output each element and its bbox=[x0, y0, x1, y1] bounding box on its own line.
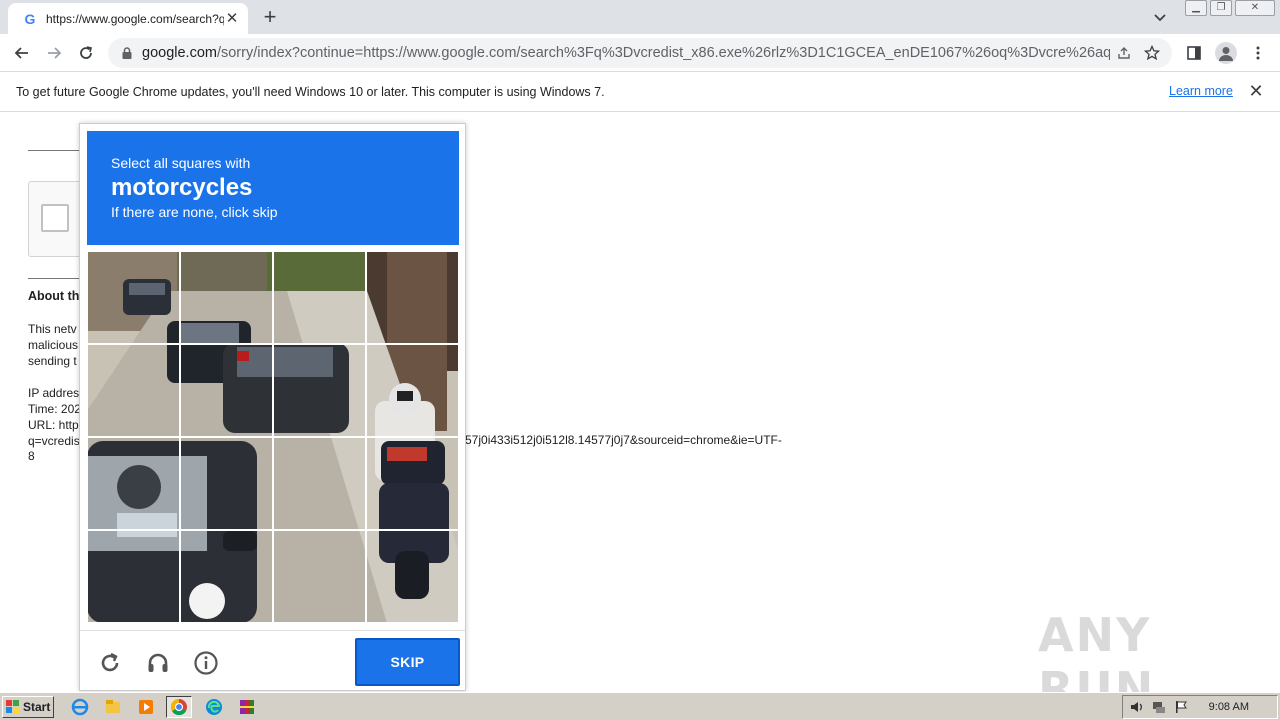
captcha-tile[interactable] bbox=[87, 530, 180, 623]
update-infobar: To get future Google Chrome updates, you… bbox=[0, 72, 1280, 112]
volume-icon[interactable] bbox=[1129, 699, 1145, 715]
google-favicon-icon: G bbox=[24, 10, 36, 27]
back-icon[interactable] bbox=[9, 40, 35, 66]
captcha-tile[interactable] bbox=[87, 251, 180, 344]
winrar-icon[interactable] bbox=[234, 696, 260, 718]
captcha-tile[interactable] bbox=[273, 530, 366, 623]
captcha-tile[interactable] bbox=[87, 344, 180, 437]
network-icon[interactable] bbox=[1151, 699, 1167, 715]
system-tray: 9:08 AM bbox=[1122, 695, 1278, 719]
url-detail-tail: 57j0i433i512j0i512l8.14577j0j7&sourceid=… bbox=[465, 433, 782, 447]
captcha-tile[interactable] bbox=[273, 437, 366, 530]
star-icon[interactable] bbox=[1138, 39, 1166, 67]
captcha-instruction: Select all squares with bbox=[111, 155, 251, 171]
start-button[interactable]: Start bbox=[2, 696, 54, 718]
address-bar[interactable]: google.com/sorry/index?continue=https://… bbox=[108, 38, 1172, 68]
captcha-tile[interactable] bbox=[273, 344, 366, 437]
chrome-taskbar-icon[interactable] bbox=[166, 696, 192, 718]
lock-icon[interactable] bbox=[120, 46, 134, 60]
explorer-icon[interactable] bbox=[100, 696, 126, 718]
action-center-flag-icon[interactable] bbox=[1173, 699, 1189, 715]
tab-search-icon[interactable] bbox=[1150, 8, 1170, 28]
tab-close-icon[interactable]: ✕ bbox=[224, 10, 240, 27]
captcha-tile[interactable] bbox=[180, 437, 273, 530]
infobar-close-icon[interactable]: ✕ bbox=[1247, 82, 1265, 100]
captcha-tile[interactable] bbox=[366, 251, 459, 344]
reload-challenge-icon[interactable] bbox=[96, 649, 124, 677]
captcha-challenge-dialog: Select all squares with motorcycles If t… bbox=[79, 123, 466, 691]
media-player-icon[interactable] bbox=[133, 696, 159, 718]
audio-challenge-icon[interactable] bbox=[144, 649, 172, 677]
new-tab-button[interactable]: + bbox=[258, 6, 282, 30]
captcha-header: Select all squares with motorcycles If t… bbox=[87, 131, 459, 245]
about-heading: About th bbox=[28, 289, 80, 303]
windows-logo-icon bbox=[6, 700, 19, 713]
skip-button[interactable]: SKIP bbox=[355, 638, 460, 686]
window-controls: ▁ ❐ ✕ bbox=[1182, 0, 1275, 18]
tab-strip: G https://www.google.com/search?q= ✕ + ▁… bbox=[0, 0, 1280, 34]
captcha-tile[interactable] bbox=[180, 530, 273, 623]
captcha-tile[interactable] bbox=[87, 437, 180, 530]
captcha-tile[interactable] bbox=[273, 251, 366, 344]
close-window-button[interactable]: ✕ bbox=[1235, 0, 1275, 16]
restore-button[interactable]: ❐ bbox=[1210, 0, 1232, 16]
url-text: google.com/sorry/index?continue=https://… bbox=[142, 45, 1110, 61]
reload-icon[interactable] bbox=[73, 40, 99, 66]
captcha-tiles bbox=[87, 251, 459, 623]
captcha-tile[interactable] bbox=[366, 530, 459, 623]
captcha-tile[interactable] bbox=[180, 344, 273, 437]
ie-icon[interactable] bbox=[67, 696, 93, 718]
edge-icon[interactable] bbox=[201, 696, 227, 718]
infobar-message: To get future Google Chrome updates, you… bbox=[16, 84, 605, 99]
captcha-hint: If there are none, click skip bbox=[111, 204, 278, 220]
captcha-target: motorcycles bbox=[111, 174, 253, 201]
captcha-tile[interactable] bbox=[180, 251, 273, 344]
recaptcha-checkbox[interactable] bbox=[41, 204, 69, 232]
side-panel-icon[interactable] bbox=[1180, 39, 1208, 67]
captcha-tile[interactable] bbox=[366, 344, 459, 437]
forward-icon[interactable] bbox=[41, 40, 67, 66]
captcha-footer: SKIP bbox=[80, 630, 465, 691]
browser-toolbar: google.com/sorry/index?continue=https://… bbox=[0, 34, 1280, 72]
share-icon[interactable] bbox=[1110, 39, 1138, 67]
windows-taskbar: Start 9:08 AM bbox=[0, 692, 1280, 720]
taskbar-clock[interactable]: 9:08 AM bbox=[1209, 701, 1249, 713]
learn-more-link[interactable]: Learn more bbox=[1169, 84, 1233, 98]
profile-icon[interactable] bbox=[1212, 39, 1240, 67]
tab-title: https://www.google.com/search?q= bbox=[46, 11, 224, 26]
captcha-tile[interactable] bbox=[366, 437, 459, 530]
minimize-button[interactable]: ▁ bbox=[1185, 0, 1207, 16]
browser-tab[interactable]: G https://www.google.com/search?q= ✕ bbox=[8, 3, 248, 34]
url-detail-end: 8 bbox=[28, 449, 35, 463]
info-icon[interactable] bbox=[192, 649, 220, 677]
menu-icon[interactable] bbox=[1244, 39, 1272, 67]
captcha-image-grid bbox=[87, 251, 459, 623]
